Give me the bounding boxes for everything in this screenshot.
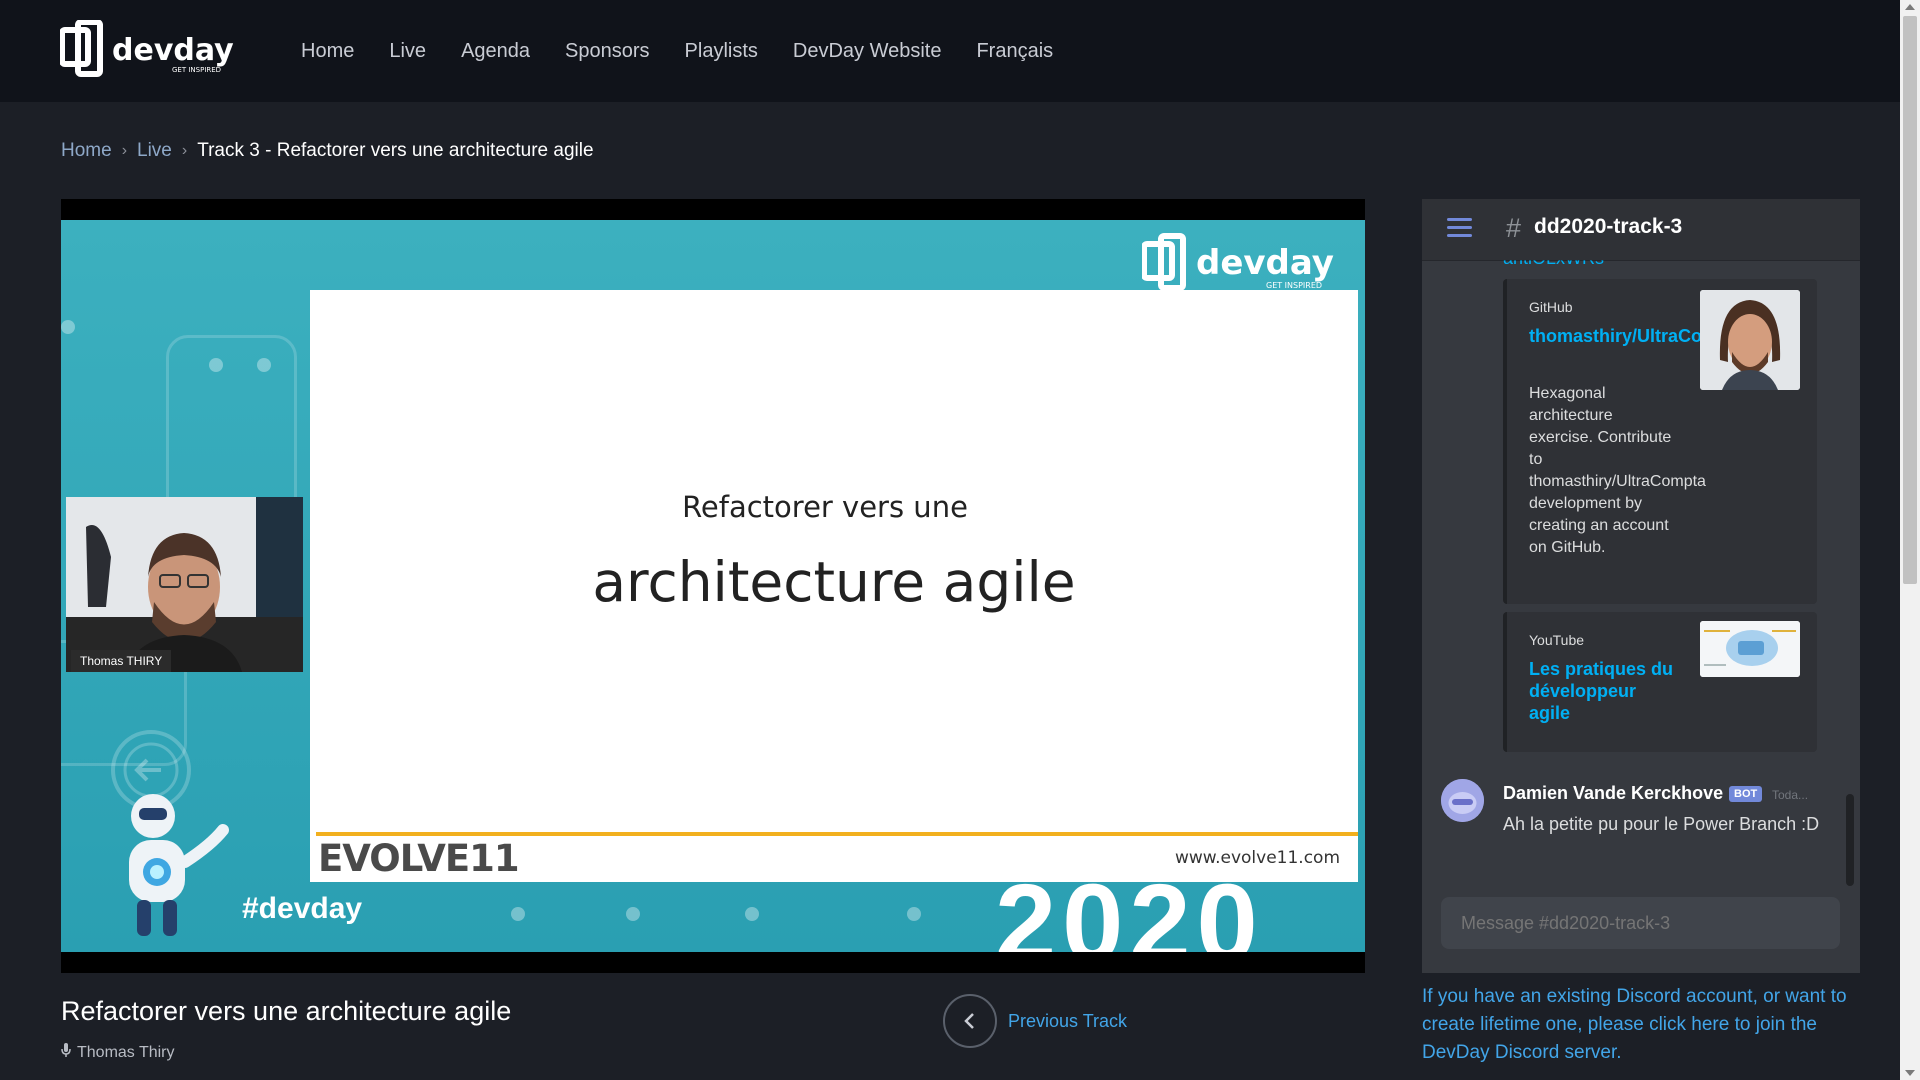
bot-badge: BOT bbox=[1729, 786, 1763, 802]
svg-text:devday: devday bbox=[112, 33, 234, 68]
breadcrumb-live[interactable]: Live bbox=[137, 140, 172, 162]
chat-scrollbar[interactable] bbox=[1846, 794, 1854, 886]
channel-hash-icon: # bbox=[1506, 213, 1522, 243]
background-dot bbox=[209, 358, 223, 372]
embed-title-link[interactable]: Les pratiques du développeur agile bbox=[1529, 658, 1679, 724]
nav-devday-website[interactable]: DevDay Website bbox=[793, 40, 942, 63]
slide-accent-stripe bbox=[316, 832, 1358, 836]
slide-brand-logo: EVOLVE11 bbox=[318, 837, 520, 880]
robot-mascot bbox=[129, 794, 229, 936]
webcam-name-label: Thomas THIRY bbox=[71, 650, 172, 672]
svg-text:GET INSPIRED: GET INSPIRED bbox=[172, 66, 221, 74]
video-player[interactable]: devday GET INSPIRED Refactorer vers une … bbox=[61, 199, 1365, 973]
svg-text:GET INSPIRED: GET INSPIRED bbox=[1266, 281, 1322, 290]
page-scrollbar[interactable] bbox=[1900, 0, 1920, 1080]
top-navbar: devday GET INSPIRED Home Live Agenda Spo… bbox=[0, 0, 1900, 102]
breadcrumb-home[interactable]: Home bbox=[61, 140, 112, 162]
discord-embed-github: GitHub thomasthiry/UltraCompta Hexagonal… bbox=[1503, 279, 1817, 604]
discord-channel-header: # dd2020-track-3 bbox=[1422, 199, 1860, 260]
nav-live[interactable]: Live bbox=[389, 40, 426, 63]
presentation-slide: Refactorer vers une architecture agile E… bbox=[310, 290, 1358, 882]
embed-provider: YouTube bbox=[1529, 632, 1585, 648]
svg-text:devday: devday bbox=[1196, 243, 1334, 283]
main-nav: Home Live Agenda Sponsors Playlists DevD… bbox=[301, 0, 1088, 102]
embed-thumbnail-avatar[interactable] bbox=[1700, 290, 1800, 390]
microphone-icon bbox=[61, 1043, 71, 1063]
discord-chat-widget: antiOLxWRs GitHub thomasthiry/UltraCompt… bbox=[1422, 199, 1860, 973]
video-hashtag: #devday bbox=[242, 892, 363, 925]
discord-embed-youtube: YouTube Les pratiques du développeur agi… bbox=[1503, 612, 1817, 752]
background-dot bbox=[61, 320, 75, 334]
background-dot bbox=[745, 907, 759, 921]
background-dot bbox=[907, 907, 921, 921]
scroll-up-arrow-icon[interactable] bbox=[1905, 4, 1915, 10]
message-text: Ah la petite pu pour le Power Branch :D bbox=[1503, 814, 1820, 834]
speaker-name: Thomas Thiry bbox=[77, 1044, 175, 1061]
nav-language-francais[interactable]: Français bbox=[976, 40, 1053, 63]
discord-join-link[interactable]: If you have an existing Discord account,… bbox=[1422, 983, 1860, 1067]
background-dot bbox=[511, 907, 525, 921]
background-dot bbox=[257, 358, 271, 372]
background-dot bbox=[626, 907, 640, 921]
embed-video-thumbnail[interactable] bbox=[1700, 621, 1800, 677]
speaker-info: Thomas Thiry bbox=[61, 1043, 175, 1063]
discord-message-input[interactable] bbox=[1441, 897, 1840, 949]
breadcrumb: Home › Live › Track 3 - Refactorer vers … bbox=[61, 140, 594, 162]
message-author[interactable]: Damien Vande Kerckhove bbox=[1503, 783, 1723, 804]
embed-title-link[interactable]: thomasthiry/UltraCompta bbox=[1529, 325, 1745, 347]
video-year: 2020 bbox=[995, 862, 1264, 952]
channel-name: dd2020-track-3 bbox=[1534, 215, 1683, 238]
video-frame: devday GET INSPIRED Refactorer vers une … bbox=[61, 220, 1365, 952]
previous-track-link[interactable]: Previous Track bbox=[1008, 1011, 1127, 1032]
slide-title-line-1: Refactorer vers une bbox=[682, 490, 968, 524]
embed-description: Hexagonal architecture exercise. Contrib… bbox=[1529, 385, 1706, 556]
hamburger-menu-icon[interactable] bbox=[1447, 218, 1472, 240]
message-timestamp: Toda... bbox=[1772, 788, 1809, 802]
talk-title: Refactorer vers une architecture agile bbox=[61, 996, 512, 1026]
nav-playlists[interactable]: Playlists bbox=[685, 40, 758, 63]
nav-home[interactable]: Home bbox=[301, 40, 354, 63]
embed-provider: GitHub bbox=[1529, 299, 1573, 315]
nav-sponsors[interactable]: Sponsors bbox=[565, 40, 650, 63]
devday-logo[interactable]: devday GET INSPIRED bbox=[59, 19, 235, 82]
chevron-right-icon: › bbox=[121, 142, 128, 159]
chevron-right-icon: › bbox=[181, 142, 188, 159]
bot-avatar[interactable] bbox=[1441, 779, 1484, 822]
video-devday-logo: devday GET INSPIRED bbox=[1141, 232, 1347, 294]
speaker-webcam: Thomas THIRY bbox=[66, 497, 303, 672]
slide-title-line-2: architecture agile bbox=[592, 550, 1076, 614]
scrollbar-thumb[interactable] bbox=[1903, 16, 1917, 584]
chevron-left-icon bbox=[964, 1013, 974, 1029]
previous-track-button[interactable] bbox=[943, 994, 997, 1048]
nav-agenda[interactable]: Agenda bbox=[461, 40, 530, 63]
breadcrumb-current: Track 3 - Refactorer vers une architectu… bbox=[197, 140, 594, 161]
scroll-down-arrow-icon[interactable] bbox=[1905, 1070, 1915, 1076]
